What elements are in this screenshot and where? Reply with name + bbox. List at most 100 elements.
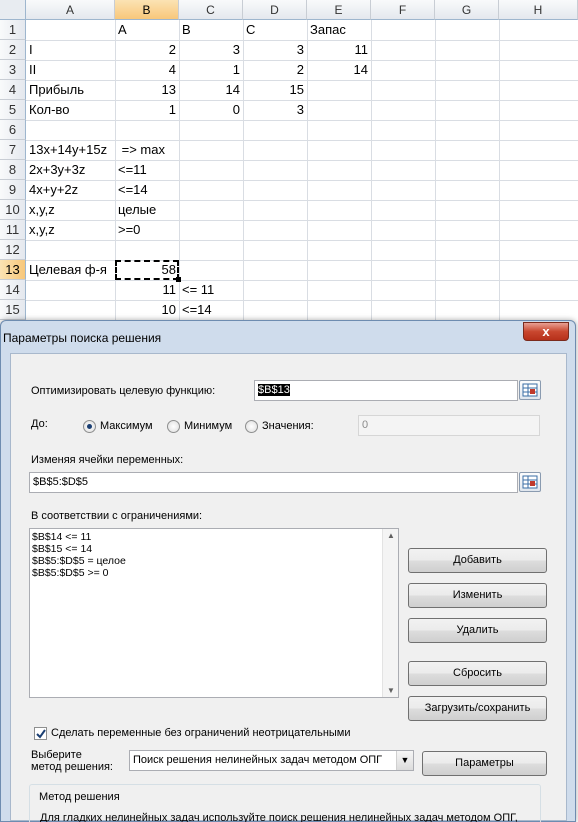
cell-b11[interactable]: >=0: [115, 220, 143, 240]
radio-value[interactable]: [245, 420, 258, 433]
close-button[interactable]: x: [523, 322, 569, 341]
cell-a11[interactable]: x,y,z: [26, 220, 58, 240]
row-header-11[interactable]: 11: [0, 220, 26, 240]
cell-a2[interactable]: I: [26, 40, 36, 60]
row-header-13[interactable]: 13: [0, 260, 26, 280]
constraint-item[interactable]: $B$15 <= 14: [30, 543, 398, 555]
parameters-button[interactable]: Параметры: [422, 751, 547, 776]
cell-d2[interactable]: 3: [243, 40, 307, 60]
row-header-14[interactable]: 14: [0, 280, 26, 300]
nonnegative-label[interactable]: Сделать переменные без ограничений неотр…: [51, 727, 351, 739]
change-button[interactable]: Изменить: [408, 583, 547, 608]
row-header-12[interactable]: 12: [0, 240, 26, 260]
column-header-b[interactable]: B: [115, 0, 179, 20]
reset-button[interactable]: Сбросить: [408, 661, 547, 686]
cell-b5[interactable]: 1: [115, 100, 179, 120]
row-header-5[interactable]: 5: [0, 100, 26, 120]
cell-c2[interactable]: 3: [179, 40, 243, 60]
method-description-group: Метод решения Для гладких нелинейных зад…: [29, 784, 541, 822]
row-header-6[interactable]: 6: [0, 120, 26, 140]
column-header-a[interactable]: A: [26, 0, 115, 20]
constraints-scrollbar[interactable]: ▲ ▼: [382, 529, 398, 697]
method-label-line2: метод решения:: [31, 761, 113, 773]
cell-b1[interactable]: A: [115, 20, 130, 40]
cell-e3[interactable]: 14: [307, 60, 371, 80]
column-header-d[interactable]: D: [243, 0, 307, 20]
cell-e1[interactable]: Запас: [307, 20, 349, 40]
cell-b8[interactable]: <=11: [115, 160, 150, 180]
changing-cells-ref-button[interactable]: [519, 472, 541, 492]
radio-value-label[interactable]: Значения:: [262, 420, 314, 432]
method-group-description: Для гладких нелинейных задач используйте…: [40, 812, 518, 822]
row-header-8[interactable]: 8: [0, 160, 26, 180]
cell-c14[interactable]: <= 11: [179, 280, 217, 300]
cell-b7[interactable]: => max: [115, 140, 168, 160]
column-header-h[interactable]: H: [499, 0, 578, 20]
cell-e2[interactable]: 11: [307, 40, 371, 60]
delete-button[interactable]: Удалить: [408, 618, 547, 643]
select-all-corner[interactable]: [0, 0, 26, 20]
cell-d3[interactable]: 2: [243, 60, 307, 80]
row-header-7[interactable]: 7: [0, 140, 26, 160]
active-cell-marquee: [115, 260, 181, 282]
radio-maximum[interactable]: [83, 420, 96, 433]
constraints-list[interactable]: $B$14 <= 11 $B$15 <= 14 $B$5:$D$5 = цело…: [29, 528, 399, 698]
row-header-1[interactable]: 1: [0, 20, 26, 40]
column-header-f[interactable]: F: [371, 0, 435, 20]
constraint-item[interactable]: $B$5:$D$5 >= 0: [30, 567, 398, 579]
cell-b4[interactable]: 13: [115, 80, 179, 100]
range-select-icon: [522, 475, 538, 489]
changing-cells-input[interactable]: $B$5:$D$5: [29, 472, 518, 493]
cell-a7[interactable]: 13x+14y+15z: [26, 140, 110, 160]
row-header-9[interactable]: 9: [0, 180, 26, 200]
scroll-up-icon[interactable]: ▲: [387, 531, 395, 540]
row-header-4[interactable]: 4: [0, 80, 26, 100]
row-header-15[interactable]: 15: [0, 300, 26, 320]
radio-maximum-label[interactable]: Максимум: [100, 420, 153, 432]
method-select[interactable]: Поиск решения нелинейных задач методом О…: [129, 750, 414, 771]
cell-a13[interactable]: Целевая ф-я: [26, 260, 110, 280]
cell-c15[interactable]: <=14: [179, 300, 215, 320]
radio-minimum[interactable]: [167, 420, 180, 433]
close-icon: x: [542, 324, 550, 339]
radio-minimum-label[interactable]: Минимум: [184, 420, 232, 432]
cell-b15[interactable]: 10: [115, 300, 179, 320]
cell-d1[interactable]: C: [243, 20, 258, 40]
cell-c5[interactable]: 0: [179, 100, 243, 120]
cell-d4[interactable]: 15: [243, 80, 307, 100]
constraint-item[interactable]: $B$14 <= 11: [30, 531, 398, 543]
scroll-down-icon[interactable]: ▼: [387, 686, 395, 695]
chevron-down-icon[interactable]: ▼: [396, 751, 413, 770]
value-input[interactable]: 0: [358, 415, 540, 436]
cell-b10[interactable]: целые: [115, 200, 159, 220]
cell-a3[interactable]: II: [26, 60, 39, 80]
cell-a4[interactable]: Прибыль: [26, 80, 87, 100]
nonnegative-checkbox[interactable]: [34, 727, 47, 740]
cell-b9[interactable]: <=14: [115, 180, 151, 200]
column-header-e[interactable]: E: [307, 0, 371, 20]
cell-b2[interactable]: 2: [115, 40, 179, 60]
cell-c3[interactable]: 1: [179, 60, 243, 80]
dialog-title: Параметры поиска решения: [3, 331, 162, 345]
objective-input[interactable]: $B$13: [254, 380, 518, 401]
dialog-titlebar[interactable]: Параметры поиска решения x: [1, 321, 575, 351]
row-header-2[interactable]: 2: [0, 40, 26, 60]
objective-ref-button[interactable]: [519, 380, 541, 400]
spreadsheet-grid[interactable]: A B C D E F G H 1 2 3 4 5 6 7 8 9 10 11 …: [0, 0, 578, 330]
load-save-button[interactable]: Загрузить/сохранить: [408, 696, 547, 721]
cell-c1[interactable]: B: [179, 20, 194, 40]
cell-c4[interactable]: 14: [179, 80, 243, 100]
column-header-c[interactable]: C: [179, 0, 243, 20]
cell-a8[interactable]: 2x+3y+3z: [26, 160, 88, 180]
cell-d5[interactable]: 3: [243, 100, 307, 120]
add-button[interactable]: Добавить: [408, 548, 547, 573]
column-header-g[interactable]: G: [435, 0, 499, 20]
cell-a10[interactable]: x,y,z: [26, 200, 58, 220]
cell-a9[interactable]: 4x+y+2z: [26, 180, 81, 200]
constraint-item[interactable]: $B$5:$D$5 = целое: [30, 555, 398, 567]
cell-b14[interactable]: 11: [115, 280, 179, 300]
cell-a5[interactable]: Кол-во: [26, 100, 72, 120]
cell-b3[interactable]: 4: [115, 60, 179, 80]
row-header-3[interactable]: 3: [0, 60, 26, 80]
row-header-10[interactable]: 10: [0, 200, 26, 220]
